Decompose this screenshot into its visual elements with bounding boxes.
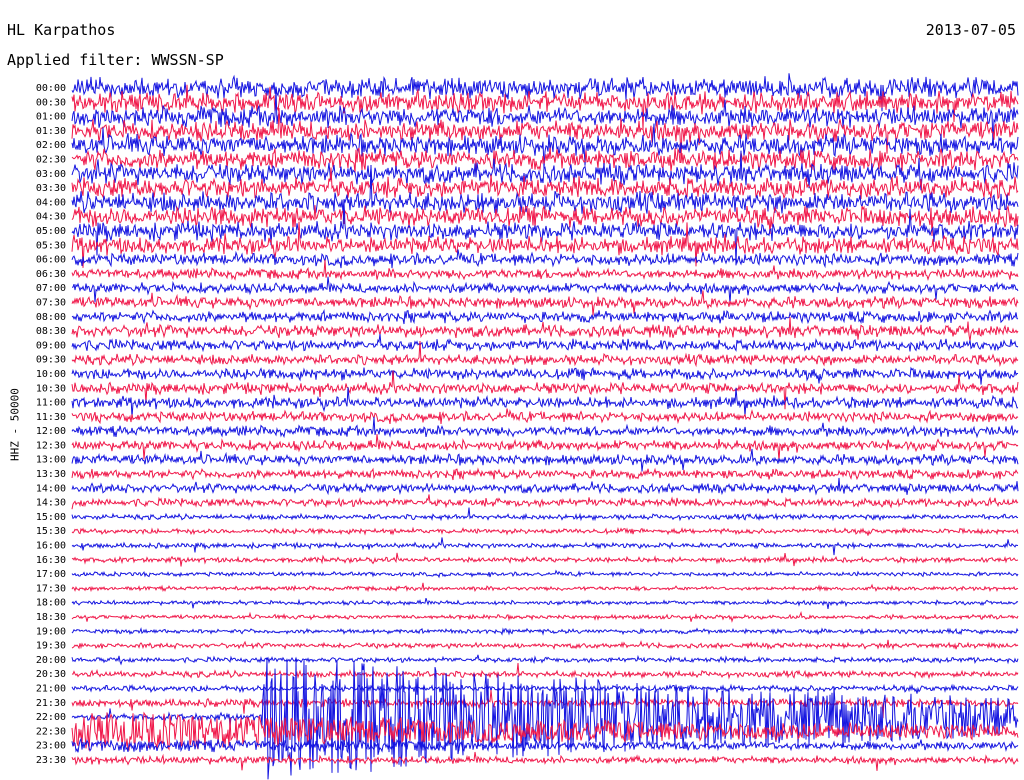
seismic-trace — [71, 477, 1019, 496]
row-tick-label: 08:00 — [36, 312, 66, 323]
row-tick-label: 22:30 — [36, 726, 66, 737]
row-tick-label: 17:30 — [36, 583, 66, 594]
row-tick-label: 02:30 — [36, 154, 66, 165]
seismic-trace — [71, 610, 1019, 623]
row-tick-label: 17:00 — [36, 569, 66, 580]
seismic-trace — [71, 569, 1019, 579]
row-tick-label: 01:00 — [36, 112, 66, 123]
seismic-trace — [71, 333, 1019, 353]
row-tick-label: 06:30 — [36, 269, 66, 280]
row-tick-label: 19:00 — [36, 626, 66, 637]
seismic-trace — [71, 683, 1019, 694]
seismic-trace — [71, 416, 1019, 439]
row-tick-label: 15:30 — [36, 526, 66, 537]
row-tick-label: 18:30 — [36, 612, 66, 623]
row-tick-label: 23:00 — [36, 741, 66, 752]
seismic-trace — [71, 639, 1019, 651]
row-tick-label: 18:00 — [36, 598, 66, 609]
seismic-trace — [71, 526, 1019, 536]
row-tick-label: 04:00 — [36, 197, 66, 208]
row-tick-label: 03:30 — [36, 183, 66, 194]
seismic-trace — [71, 597, 1019, 609]
row-tick-label: 01:30 — [36, 126, 66, 137]
helicorder-plot: 00:00 00:30 01:00 01:30 02:00 02:30 03:00 03:30… — [36, 73, 1019, 780]
row-tick-label: 06:00 — [36, 255, 66, 266]
row-tick-label: 00:00 — [36, 83, 66, 94]
row-tick-label: 11:00 — [36, 398, 66, 409]
row-tick-label: 09:30 — [36, 355, 66, 366]
seismic-trace — [71, 290, 1019, 316]
row-tick-label: 08:30 — [36, 326, 66, 337]
row-tick-label: 20:00 — [36, 655, 66, 666]
row-tick-label: 02:00 — [36, 140, 66, 151]
seismic-trace — [71, 552, 1019, 567]
row-tick-label: 16:30 — [36, 555, 66, 566]
seismic-trace — [71, 537, 1019, 556]
seismic-trace — [71, 308, 1019, 325]
row-tick-label: 10:30 — [36, 383, 66, 394]
seismic-trace — [71, 387, 1019, 418]
seismic-trace — [71, 582, 1019, 593]
row-tick-label: 23:30 — [36, 755, 66, 766]
seismic-trace — [71, 654, 1019, 666]
row-tick-label: 21:30 — [36, 698, 66, 709]
row-tick-label: 19:30 — [36, 641, 66, 652]
seismic-trace — [71, 317, 1019, 342]
seismic-trace — [71, 751, 1019, 771]
row-tick-label: 09:00 — [36, 340, 66, 351]
row-tick-label: 12:00 — [36, 426, 66, 437]
row-tick-label: 11:30 — [36, 412, 66, 423]
seismic-trace — [71, 467, 1019, 481]
row-tick-label: 03:00 — [36, 169, 66, 180]
row-tick-label: 13:30 — [36, 469, 66, 480]
row-tick-label: 05:00 — [36, 226, 66, 237]
row-tick-label: 07:00 — [36, 283, 66, 294]
row-tick-label: 04:30 — [36, 212, 66, 223]
row-tick-label: 12:30 — [36, 440, 66, 451]
row-tick-label: 22:00 — [36, 712, 66, 723]
row-tick-label: 14:30 — [36, 498, 66, 509]
row-tick-label: 21:00 — [36, 684, 66, 695]
seismic-trace — [71, 366, 1019, 385]
seismic-trace — [71, 662, 1019, 680]
seismic-trace — [71, 249, 1019, 269]
row-tick-label: 00:30 — [36, 97, 66, 108]
seismic-trace — [71, 627, 1019, 636]
seismic-trace — [71, 448, 1019, 472]
row-tick-label: 14:00 — [36, 483, 66, 494]
row-tick-label: 16:00 — [36, 541, 66, 552]
row-tick-label: 07:30 — [36, 297, 66, 308]
seismic-trace — [71, 494, 1019, 510]
row-tick-label: 13:00 — [36, 455, 66, 466]
row-tick-label: 05:30 — [36, 240, 66, 251]
seismic-trace — [71, 507, 1019, 522]
row-tick-label: 10:00 — [36, 369, 66, 380]
seismic-trace — [71, 408, 1019, 425]
row-tick-label: 15:00 — [36, 512, 66, 523]
row-tick-label: 20:30 — [36, 669, 66, 680]
